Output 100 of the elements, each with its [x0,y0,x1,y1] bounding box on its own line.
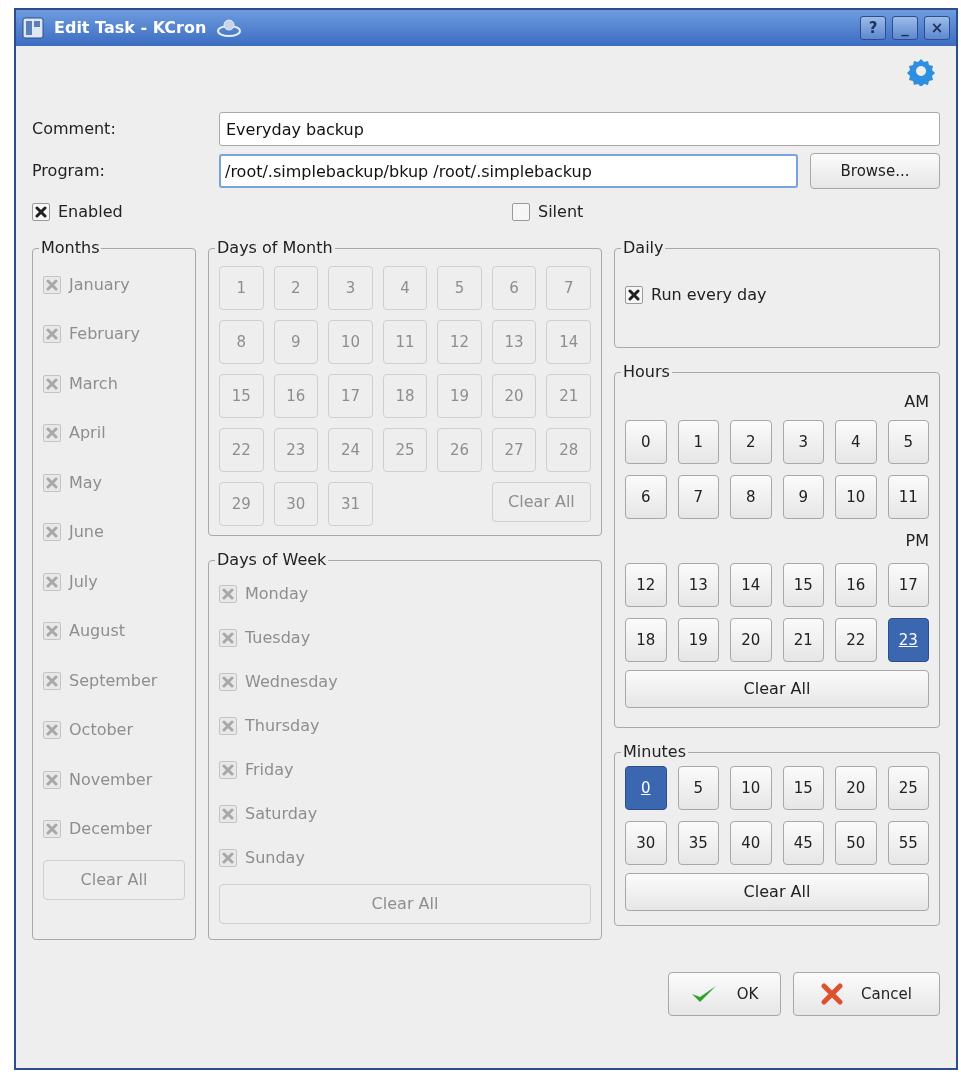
checkbox-label: Saturday [245,803,318,825]
checkbox-label: Enabled [58,201,123,223]
checkbox-label: May [69,471,103,494]
checkbox-label: August [69,620,125,643]
cross-icon [222,720,234,732]
toggle-button[interactable]: 5 [677,766,719,810]
checkbox-label: Tuesday [245,627,311,649]
am-label: AM [904,391,929,413]
toggle-button[interactable]: 30 [625,821,667,865]
toggle-button[interactable]: 8 [730,475,772,519]
toggle-button[interactable]: 2 [730,420,772,464]
cross-icon [46,278,58,291]
field-label: Program: [32,160,106,182]
cross-icon [222,632,234,644]
cross-icon [46,773,58,786]
window-title: Edit Task - KCron [54,17,207,39]
checkbox[interactable] [32,203,50,221]
app-icon [22,17,44,39]
toggle-button[interactable]: 23 [887,618,929,662]
toggle-button[interactable]: 16 [835,563,877,607]
cross-icon [46,823,58,836]
pm-label: PM [905,530,929,552]
group-title: Daily [622,237,665,259]
toggle-button[interactable]: 18 [625,618,667,662]
cross-icon [222,764,234,776]
browse-button[interactable]: Browse... [810,153,940,189]
toggle-button[interactable]: 5 [887,420,929,464]
toggle-button[interactable]: 19 [677,618,719,662]
toggle-button[interactable]: 45 [782,821,824,865]
cross-icon [46,476,58,489]
toggle-button[interactable]: 14 [730,563,772,607]
checkbox-label: Run every day [651,284,767,306]
group-title: Months [40,237,101,259]
toggle-button[interactable]: 13 [677,563,719,607]
toggle-button[interactable]: 10 [835,475,877,519]
cross-icon [46,427,58,440]
clear-all-button[interactable]: Clear All [625,873,929,911]
toggle-button[interactable]: 1 [677,420,719,464]
toggle-button[interactable]: 12 [625,563,667,607]
group-title: Days of Month [216,237,334,259]
title-bar-button[interactable]: × [924,16,950,40]
group-title: Hours [622,361,671,383]
title-bar-button[interactable]: _ [892,16,918,40]
checkbox-label: Thursday [245,715,320,737]
cancel-button[interactable]: Cancel [793,972,940,1016]
checkbox-label: November [69,768,153,791]
toggle-button[interactable]: 6 [625,475,667,519]
toggle-button[interactable]: 55 [887,821,929,865]
toggle-button[interactable]: 11 [887,475,929,519]
toggle-button[interactable]: 40 [730,821,772,865]
checkbox[interactable] [512,203,530,221]
checkbox-label: February [69,323,140,346]
toggle-button[interactable]: 7 [677,475,719,519]
checkbox-label: March [69,372,118,395]
toggle-button[interactable]: 35 [677,821,719,865]
toggle-button[interactable]: 25 [887,766,929,810]
toggle-button[interactable]: 50 [835,821,877,865]
checkbox-label: Wednesday [245,671,338,693]
cross-icon [46,674,58,687]
toggle-button[interactable]: 20 [730,618,772,662]
cross-icon [628,289,640,301]
toggle-button[interactable]: 15 [782,563,824,607]
checkbox-label: October [69,719,134,742]
group-title: Minutes [622,741,687,763]
checkbox-label: Monday [245,583,309,605]
group-title: Days of Week [216,549,328,571]
toggle-button[interactable]: 10 [730,766,772,810]
toggle-button[interactable]: 22 [835,618,877,662]
cross-icon [46,625,58,638]
comment-field[interactable]: Everyday backup [219,112,940,146]
checkbox-label: April [69,422,106,445]
cross-icon [222,852,234,864]
toggle-button[interactable]: 3 [782,420,824,464]
cross-icon [46,377,58,390]
toggle-button[interactable]: 0 [625,420,667,464]
cross-icon [222,676,234,688]
checkbox-label: September [69,669,158,692]
toggle-button[interactable]: 21 [782,618,824,662]
cross-icon [46,575,58,588]
program-field[interactable]: /root/.simplebackup/bkup /root/.simplebackup [219,154,798,188]
cross-icon [46,724,58,737]
checkbox-label: Silent [538,201,584,223]
cross-icon [35,206,47,218]
checkbox-label: June [69,521,104,544]
checkbox-label: Friday [245,759,294,781]
toggle-button[interactable]: 9 [782,475,824,519]
toggle-button[interactable]: 15 [782,766,824,810]
toggle-button[interactable]: 20 [835,766,877,810]
ok-button[interactable]: OK [668,972,781,1016]
checkbox[interactable] [625,286,643,304]
toggle-button[interactable]: 17 [887,563,929,607]
cross-icon [46,328,58,341]
cross-icon [46,526,58,539]
field-label: Comment: [32,118,117,140]
clear-all-button[interactable]: Clear All [625,670,929,708]
title-bar-button[interactable]: ? [860,16,886,40]
toggle-button[interactable]: 0 [625,766,667,810]
toggle-button[interactable]: 4 [835,420,877,464]
checkbox-label: July [69,570,98,593]
checkbox-label: December [69,818,152,841]
